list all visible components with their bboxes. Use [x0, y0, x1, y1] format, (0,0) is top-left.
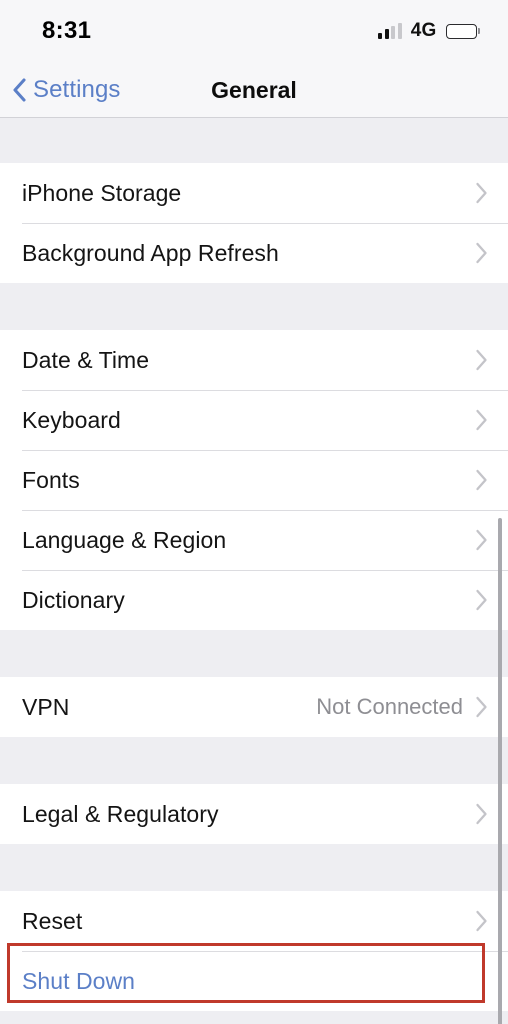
row-label: Dictionary	[22, 587, 125, 614]
settings-group: iPhone Storage Background App Refresh	[0, 163, 508, 283]
settings-group: VPN Not Connected	[0, 677, 508, 737]
row-label: iPhone Storage	[22, 180, 181, 207]
chevron-right-icon	[475, 803, 488, 825]
row-accessory-group	[475, 349, 488, 371]
row-label: Language & Region	[22, 527, 226, 554]
section-gap	[0, 283, 508, 330]
row-accessory-group	[475, 589, 488, 611]
settings-row-shut-down[interactable]: Shut Down	[0, 951, 508, 1011]
row-label: Shut Down	[22, 968, 135, 995]
settings-row-date-time[interactable]: Date & Time	[0, 330, 508, 390]
chevron-right-icon	[475, 910, 488, 932]
section-gap	[0, 844, 508, 891]
vertical-scrollbar[interactable]	[498, 518, 502, 1024]
row-accessory-group	[475, 910, 488, 932]
chevron-right-icon	[475, 469, 488, 491]
row-label: Background App Refresh	[22, 240, 279, 267]
chevron-right-icon	[475, 349, 488, 371]
row-label: Fonts	[22, 467, 80, 494]
chevron-right-icon	[475, 696, 488, 718]
battery-icon	[446, 24, 481, 39]
settings-group: Legal & Regulatory	[0, 784, 508, 844]
row-accessory-group	[475, 529, 488, 551]
chevron-right-icon	[475, 589, 488, 611]
network-type-label: 4G	[411, 20, 437, 42]
chevron-right-icon	[475, 409, 488, 431]
status-bar-indicators: 4G	[378, 20, 480, 42]
settings-list[interactable]: iPhone Storage Background App Refresh Date…	[0, 118, 508, 1024]
settings-row-language-region[interactable]: Language & Region	[0, 510, 508, 570]
section-gap	[0, 630, 508, 677]
iphone-settings-screen: 8:31 4G Settings General iPhone Storage B…	[0, 0, 508, 1024]
settings-row-keyboard[interactable]: Keyboard	[0, 390, 508, 450]
signal-bars-icon	[378, 23, 402, 39]
page-title: General	[0, 62, 508, 118]
settings-row-iphone-storage[interactable]: iPhone Storage	[0, 163, 508, 223]
section-gap	[0, 118, 508, 163]
settings-row-legal-regulatory[interactable]: Legal & Regulatory	[0, 784, 508, 844]
row-accessory-group	[475, 242, 488, 264]
row-accessory-group: Not Connected	[316, 694, 488, 720]
settings-row-background-app-refresh[interactable]: Background App Refresh	[0, 223, 508, 283]
settings-row-reset[interactable]: Reset	[0, 891, 508, 951]
row-value: Not Connected	[316, 694, 463, 720]
status-bar: 8:31 4G	[0, 0, 508, 62]
row-label: VPN	[22, 694, 69, 721]
row-label: Date & Time	[22, 347, 149, 374]
settings-group: Date & Time Keyboard Fonts Language & Regio…	[0, 330, 508, 630]
chevron-right-icon	[475, 242, 488, 264]
settings-group: Reset Shut Down	[0, 891, 508, 1011]
row-accessory-group	[475, 182, 488, 204]
chevron-right-icon	[475, 529, 488, 551]
row-label: Reset	[22, 908, 82, 935]
navigation-bar: Settings General	[0, 62, 508, 118]
section-gap	[0, 737, 508, 784]
settings-row-dictionary[interactable]: Dictionary	[0, 570, 508, 630]
row-accessory-group	[475, 803, 488, 825]
settings-row-fonts[interactable]: Fonts	[0, 450, 508, 510]
row-accessory-group	[475, 409, 488, 431]
row-label: Keyboard	[22, 407, 121, 434]
chevron-right-icon	[475, 182, 488, 204]
row-label: Legal & Regulatory	[22, 801, 219, 828]
settings-row-vpn[interactable]: VPN Not Connected	[0, 677, 508, 737]
status-bar-clock: 8:31	[42, 17, 91, 45]
row-accessory-group	[475, 469, 488, 491]
